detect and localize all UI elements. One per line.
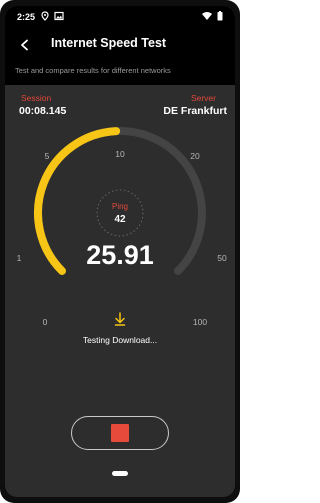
location-icon xyxy=(41,11,49,21)
home-indicator[interactable] xyxy=(112,471,128,476)
server-label: Server xyxy=(190,93,216,103)
back-button[interactable] xyxy=(16,36,34,54)
session-label: Session xyxy=(21,93,52,103)
app-screen: 2:25 Internet Speed Test Test and compar… xyxy=(5,6,235,497)
image-icon xyxy=(54,11,64,21)
page-title: Internet Speed Test xyxy=(51,36,167,50)
ping-value: 42 xyxy=(114,214,126,225)
stop-button[interactable] xyxy=(71,416,169,450)
gauge-tick-label: 50 xyxy=(217,253,227,263)
app-bar: Internet Speed Test xyxy=(5,32,235,58)
ping-ring xyxy=(96,189,144,237)
test-status: Testing Download... xyxy=(82,335,158,345)
status-time: 2:25 xyxy=(17,12,36,22)
download-arrow-icon xyxy=(114,312,126,326)
gauge-tick-label: 1 xyxy=(16,253,22,263)
arrow-left-icon xyxy=(21,39,28,51)
gauge-tick-label: 10 xyxy=(115,149,125,159)
top-bar: 2:25 Internet Speed Test Test and compar… xyxy=(5,6,235,85)
battery-icon xyxy=(217,11,223,21)
status-bar: 2:25 xyxy=(5,6,235,26)
ping-label: Ping xyxy=(111,202,129,211)
stop-square-icon xyxy=(111,424,129,442)
gauge-tick-label: 0 xyxy=(42,317,48,327)
gauge-tick-label: 100 xyxy=(192,317,208,327)
speed-value: 25.91 xyxy=(86,240,154,270)
page-subtitle: Test and compare results for different n… xyxy=(15,66,171,75)
wifi-icon xyxy=(202,12,212,20)
gauge-tick-label: 20 xyxy=(190,151,200,161)
gauge-tick-label: 5 xyxy=(44,151,50,161)
phone-frame: 2:25 Internet Speed Test Test and compar… xyxy=(0,0,240,503)
